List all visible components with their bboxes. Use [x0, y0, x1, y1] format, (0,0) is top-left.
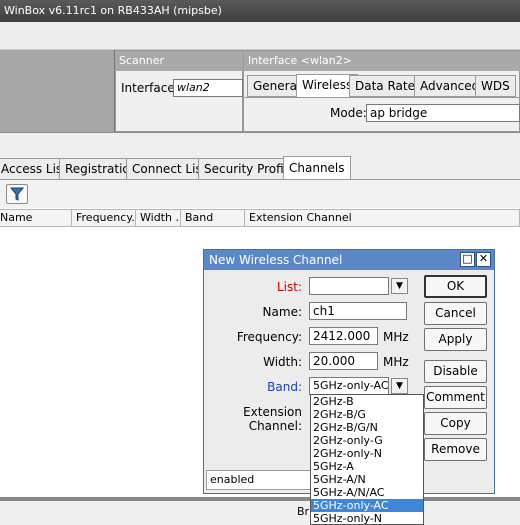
mode-label: Mode:	[330, 106, 367, 120]
band-option[interactable]: 5GHz-only-AC	[311, 499, 423, 512]
band-option[interactable]: 5GHz-only-N	[311, 512, 423, 525]
list-label: List:	[276, 280, 302, 294]
band-option[interactable]: 5GHz-A/N/AC	[311, 486, 423, 499]
band-option[interactable]: 2GHz-only-G	[311, 434, 423, 447]
width-label: Width:	[263, 355, 302, 369]
name-label: Name:	[262, 305, 302, 319]
name-field[interactable]: ch1	[309, 302, 407, 320]
filter-button[interactable]	[6, 184, 28, 204]
cancel-button[interactable]: Cancel	[424, 302, 487, 325]
band-option[interactable]: 2GHz-B/G/N	[311, 421, 423, 434]
dropdown-arrow-icon: ▼	[396, 281, 403, 291]
ok-button[interactable]: OK	[424, 275, 487, 298]
close-button[interactable]: ✕	[476, 252, 491, 267]
column-band[interactable]: Band	[181, 209, 245, 227]
scanner-interface-field[interactable]: wlan2	[173, 79, 243, 97]
dialog-title: New Wireless Channel	[209, 253, 343, 267]
frequency-unit: MHz	[383, 330, 409, 344]
dropdown-arrow-icon: ▼	[396, 381, 403, 391]
channels-toolbar	[0, 180, 520, 208]
extension-channel-label: Extension Channel:	[243, 405, 302, 433]
tab-channels[interactable]: Channels	[283, 156, 351, 180]
frequency-field[interactable]: 2412.000	[309, 327, 378, 345]
list-dropdown-button[interactable]: ▼	[391, 278, 408, 294]
width-field[interactable]: 20.000	[309, 352, 378, 370]
comment-button[interactable]: Comment	[424, 386, 487, 409]
width-unit: MHz	[383, 355, 409, 369]
filter-icon	[9, 187, 25, 201]
tab-wds[interactable]: WDS	[475, 75, 516, 97]
window-title-bar: WinBox v6.11rc1 on RB433AH (mipsbe)	[0, 0, 520, 22]
band-option[interactable]: 5GHz-A	[311, 460, 423, 473]
window-title: WinBox v6.11rc1 on RB433AH (mipsbe)	[4, 4, 222, 17]
column-width[interactable]: Width ...	[136, 209, 181, 227]
frequency-label: Frequency:	[236, 330, 302, 344]
column-extension-channel[interactable]: Extension Channel	[245, 209, 520, 227]
maximize-button[interactable]: □	[460, 252, 475, 267]
band-option[interactable]: 2GHz-only-N	[311, 447, 423, 460]
band-dropdown-button[interactable]: ▼	[391, 378, 408, 394]
interface-tab-divider	[244, 97, 520, 98]
column-name[interactable]: Name	[0, 209, 72, 227]
dialog-title-bar: New Wireless Channel	[204, 250, 494, 270]
bottom-strip	[0, 501, 520, 525]
band-option[interactable]: 5GHz-A/N	[311, 473, 423, 486]
band-dropdown-list: 2GHz-B 2GHz-B/G 2GHz-B/G/N 2GHz-only-G 2…	[310, 394, 424, 525]
copy-button[interactable]: Copy	[424, 412, 487, 435]
disable-button[interactable]: Disable	[424, 360, 487, 383]
list-field[interactable]	[309, 277, 389, 295]
menu-strip	[0, 22, 520, 50]
interface-header: Interface <wlan2>	[244, 51, 520, 71]
remove-button[interactable]: Remove	[424, 438, 487, 461]
column-frequency[interactable]: Frequency...	[72, 209, 136, 227]
band-label: Band:	[267, 380, 302, 394]
left-gray-pane	[0, 50, 115, 132]
scanner-interface-label: Interface:	[121, 81, 179, 95]
apply-button[interactable]: Apply	[424, 328, 487, 351]
close-icon: ✕	[478, 252, 489, 265]
scanner-header: Scanner	[115, 51, 243, 71]
band-field[interactable]: 5GHz-only-AC	[309, 377, 389, 395]
band-option[interactable]: 2GHz-B	[311, 395, 423, 408]
band-option[interactable]: 2GHz-B/G	[311, 408, 423, 421]
maximize-icon: □	[462, 252, 473, 265]
mode-field[interactable]: ap bridge	[366, 104, 520, 122]
